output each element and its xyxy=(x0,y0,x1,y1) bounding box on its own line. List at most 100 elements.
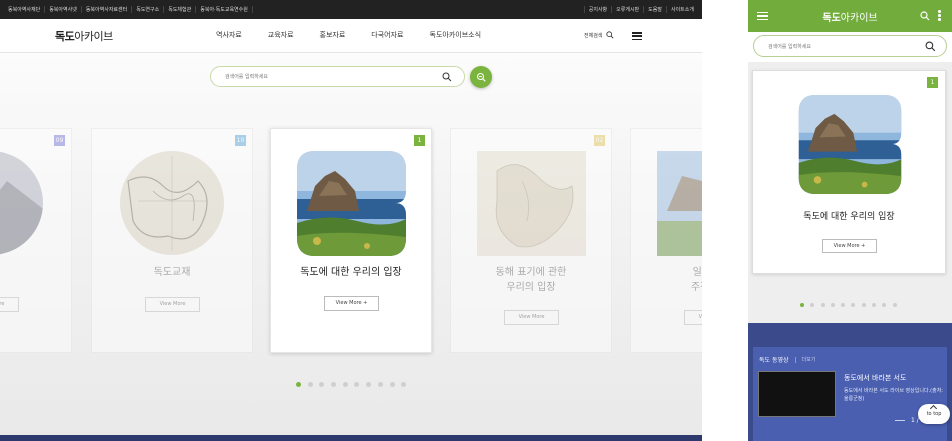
mobile-header: 독도아카이브 xyxy=(748,0,952,32)
site-intro-link[interactable]: 사이트소개 xyxy=(665,6,698,13)
pagination-dot[interactable] xyxy=(872,303,877,307)
search-plus-icon xyxy=(476,72,486,82)
pagination-dot[interactable] xyxy=(296,382,301,387)
logo-bold: 독도 xyxy=(55,30,75,43)
logo-thin: 아카이브 xyxy=(840,13,878,24)
pagination-dot[interactable] xyxy=(366,382,372,387)
pagination-dot[interactable] xyxy=(354,382,360,387)
family-link[interactable]: 동북아역사넷 xyxy=(45,6,82,13)
nav-multilingual[interactable]: 다국어자료 xyxy=(371,30,403,40)
pagination-dot[interactable] xyxy=(861,303,866,307)
card-title: 영상 xyxy=(0,265,71,280)
archive-card-active[interactable]: 1 독도에 대한 우리의 입장 View More + xyxy=(270,128,432,353)
view-more-button[interactable]: View More xyxy=(0,297,19,312)
pagination-dot[interactable] xyxy=(389,382,395,387)
family-link[interactable]: 동북아·독도교육연수원 xyxy=(196,6,253,13)
bottom-section-edge xyxy=(0,435,702,441)
pagination-dot[interactable] xyxy=(820,303,825,307)
pagination-dot[interactable] xyxy=(841,303,846,307)
more-link[interactable]: 더보기 xyxy=(802,356,816,363)
card-number: 1 xyxy=(414,135,425,146)
card-number: 02 xyxy=(594,135,605,146)
archive-card[interactable]: 03 일본정부 주장은 왜 View More xyxy=(630,128,702,353)
card-title: 일본정부 주장은 왜 xyxy=(691,267,702,293)
pagination-dot[interactable] xyxy=(830,303,835,307)
view-more-button[interactable]: View More xyxy=(504,310,559,325)
family-link[interactable]: 독도체험관 xyxy=(164,6,197,13)
archive-card-active[interactable]: 1 독도에 대한 우리의 입장 View More + xyxy=(752,70,946,274)
archive-card[interactable]: 10 독도교재 View More xyxy=(91,128,253,353)
pagination-dot[interactable] xyxy=(892,303,897,307)
carousel-pagination xyxy=(800,303,903,307)
pagination-dot[interactable] xyxy=(851,303,856,307)
search-all-button[interactable]: 전체검색 xyxy=(584,31,614,39)
pagination-dot[interactable] xyxy=(810,303,815,307)
more-vertical-icon[interactable] xyxy=(938,10,941,22)
mobile-view: 독도아카이브 1 독도에 대한 우리의 입장 View More + xyxy=(748,0,952,441)
video-description: 동도에서 바라본 서도 라이브 영상입니다.(출처:울릉군청) xyxy=(844,388,943,402)
tab-dokdo-video[interactable]: 독도 동영상 xyxy=(759,355,789,364)
search-icon[interactable] xyxy=(925,41,936,52)
family-link[interactable]: 독도연구소 xyxy=(132,6,165,13)
card-image-old-map xyxy=(120,151,224,255)
pagination-dot[interactable] xyxy=(307,382,313,387)
card-number: 09 xyxy=(54,135,65,146)
archive-card[interactable]: 02 동해 표기에 관한 우리의 입장 View More xyxy=(450,128,612,353)
search-bar xyxy=(753,35,947,57)
notice-link[interactable]: 공지사항 xyxy=(583,6,611,13)
video-panel: 독도 동영상 더보기 동도에서 바라본 서도 동도에서 바라본 서도 라이브 영… xyxy=(753,347,947,441)
carousel-pagination xyxy=(296,382,413,387)
pagination-dot[interactable] xyxy=(342,382,348,387)
mobile-search-row xyxy=(748,32,952,62)
search-input[interactable] xyxy=(768,41,918,52)
card-image-dokdo xyxy=(297,151,406,256)
view-more-button[interactable]: View More xyxy=(684,310,702,325)
desktop-view: 동북아역사재단 동북아역사넷 동북아역사자료센터 독도연구소 독도체험관 동북아… xyxy=(0,0,702,441)
card-image-map xyxy=(477,151,586,256)
search-icon[interactable] xyxy=(442,72,452,82)
view-more-button[interactable]: View More xyxy=(145,297,200,312)
search-all-label: 전체검색 xyxy=(584,32,603,39)
card-title: 동해 표기에 관한 우리의 입장 xyxy=(495,267,567,293)
view-more-button[interactable]: View More + xyxy=(324,296,379,311)
card-number: 1 xyxy=(927,77,938,88)
prev-arrow-icon[interactable] xyxy=(895,420,905,421)
to-top-label: to top xyxy=(926,411,942,417)
help-link[interactable]: 도움말 xyxy=(643,6,666,13)
top-utility-bar: 동북아역사재단 동북아역사넷 동북아역사자료센터 독도연구소 독도체험관 동북아… xyxy=(0,0,702,19)
card-title: 독도에 대한 우리의 입장 xyxy=(300,267,402,278)
pagination-dot[interactable] xyxy=(377,382,383,387)
card-image-dokdo xyxy=(798,95,902,194)
site-logo[interactable]: 독도아카이브 xyxy=(55,28,113,44)
search-input[interactable] xyxy=(225,71,425,83)
card-image xyxy=(0,151,43,255)
error-board-link[interactable]: 오류게시판 xyxy=(611,6,643,13)
family-link[interactable]: 동북아역사재단 xyxy=(4,6,46,13)
archive-card[interactable]: 09 영상 View More xyxy=(0,128,72,353)
main-header: 독도아카이브 역사자료 교육자료 홍보자료 다국어자료 독도아카이브소식 전체검… xyxy=(0,19,702,53)
card-title: 독도교재 xyxy=(153,267,191,278)
nav-education[interactable]: 교육자료 xyxy=(268,30,294,40)
nav-news[interactable]: 독도아카이브소식 xyxy=(430,30,482,40)
video-section: 독도 동영상 더보기 동도에서 바라본 서도 동도에서 바라본 서도 라이브 영… xyxy=(748,323,952,441)
search-icon[interactable] xyxy=(920,11,930,21)
family-link[interactable]: 동북아역사자료센터 xyxy=(82,6,133,13)
view-more-button[interactable]: View More + xyxy=(822,239,877,253)
main-nav: 역사자료 교육자료 홍보자료 다국어자료 독도아카이브소식 xyxy=(216,30,507,40)
tab-divider xyxy=(794,356,796,363)
nav-history[interactable]: 역사자료 xyxy=(216,30,242,40)
pagination-dot[interactable] xyxy=(319,382,325,387)
search-bar xyxy=(210,66,465,87)
detail-search-button[interactable] xyxy=(470,66,492,88)
pagination-dot[interactable] xyxy=(331,382,337,387)
to-top-button[interactable]: to top xyxy=(918,404,950,424)
video-title[interactable]: 동도에서 바라본 서도 xyxy=(844,373,906,383)
menu-icon[interactable] xyxy=(632,32,642,41)
card-title: 독도에 대한 우리의 입장 xyxy=(803,212,895,222)
family-site-links: 동북아역사재단 동북아역사넷 동북아역사자료센터 독도연구소 독도체험관 동북아… xyxy=(4,0,253,19)
pagination-dot[interactable] xyxy=(401,382,407,387)
pagination-dot[interactable] xyxy=(882,303,887,307)
pagination-dot[interactable] xyxy=(800,303,804,307)
video-thumbnail[interactable] xyxy=(758,371,836,417)
nav-promotion[interactable]: 홍보자료 xyxy=(320,30,346,40)
